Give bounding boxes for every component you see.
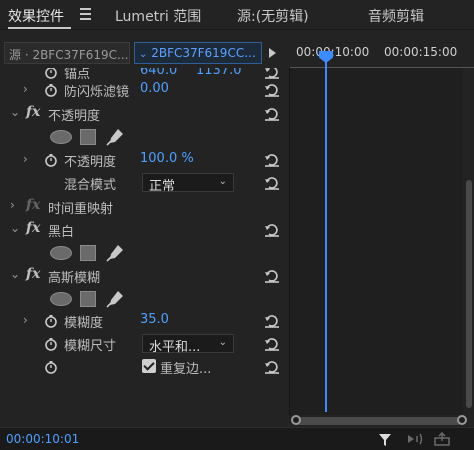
tab-source[interactable]: 源:(无剪辑) xyxy=(237,6,309,26)
property-row-blur-dimensions: 模糊尺寸 水平和... ⌄ xyxy=(0,332,288,355)
blend-mode-dropdown[interactable]: 正常 ⌄ xyxy=(142,173,234,194)
reset-icon[interactable] xyxy=(264,107,280,121)
anchor-y-value[interactable]: 1137.0 xyxy=(196,68,242,78)
play-audio-icon[interactable] xyxy=(406,432,424,446)
chevron-right-icon[interactable]: › xyxy=(23,152,28,166)
chevron-right-icon[interactable]: › xyxy=(10,198,15,212)
repeat-edge-checkbox[interactable] xyxy=(142,359,156,373)
vertical-scrollbar-thumb[interactable] xyxy=(466,180,472,408)
fx-icon[interactable]: fx xyxy=(26,266,40,282)
vertical-scrollbar[interactable] xyxy=(463,68,474,415)
blur-dimensions-dropdown[interactable]: 水平和... ⌄ xyxy=(142,334,234,355)
reset-icon[interactable] xyxy=(264,176,280,190)
rect-mask-icon[interactable] xyxy=(80,129,96,145)
property-row-blurriness: › 模糊度 35.0 xyxy=(0,309,288,332)
sequence-clip-selector[interactable]: ⌄ 2BFC37F619CC... xyxy=(134,42,262,64)
fx-icon[interactable]: fx xyxy=(26,220,40,236)
mask-tools-black-white xyxy=(0,241,288,265)
effects-property-list: 锚点 640.0 1137.0 › 防闪烁滤镜 0.00 ⌄ fx 不透明度 ›… xyxy=(0,68,288,415)
stopwatch-icon[interactable] xyxy=(44,314,58,328)
chevron-down-icon: ⌄ xyxy=(218,337,227,348)
current-timecode[interactable]: 00:00:10:01 xyxy=(6,432,79,446)
tab-lumetri-scopes[interactable]: Lumetri 范围 xyxy=(115,6,201,26)
effect-name: 黑白 xyxy=(48,225,75,240)
chevron-down-icon[interactable]: ⌄ xyxy=(10,221,20,235)
effect-group-gaussian-blur[interactable]: ⌄ fx 高斯模糊 xyxy=(0,264,288,287)
ellipse-mask-icon[interactable] xyxy=(50,292,72,306)
blurriness-value[interactable]: 35.0 xyxy=(140,312,169,327)
property-row-blend-mode: 混合模式 正常 ⌄ xyxy=(0,171,288,194)
property-label: 重复边... xyxy=(160,362,212,377)
effect-name: 不透明度 xyxy=(48,109,101,124)
reset-icon[interactable] xyxy=(264,360,280,374)
ellipse-mask-icon[interactable] xyxy=(50,130,72,144)
property-row-opacity: › 不透明度 100.0 % xyxy=(0,148,288,171)
filter-icon[interactable] xyxy=(378,433,392,447)
effect-controls-header: 源 · 2BFC37F619C... ⌄ 2BFC37F619CC... 00:… xyxy=(0,38,474,68)
tab-audio-clip-mixer[interactable]: 音频剪辑 xyxy=(368,6,424,26)
property-label: 模糊度 xyxy=(64,316,104,331)
zoom-handle-left[interactable] xyxy=(291,415,301,425)
effect-group-time-remap[interactable]: › fx 时间重映射 xyxy=(0,195,288,218)
timeline-time-end: 00:00:15:00 xyxy=(384,45,458,59)
chevron-right-icon[interactable]: › xyxy=(23,313,28,327)
playhead-line[interactable] xyxy=(325,55,327,412)
property-label: 混合模式 xyxy=(64,178,117,193)
anchor-x-value[interactable]: 640.0 xyxy=(140,68,177,78)
panel-tab-bar: 效果控件 Lumetri 范围 源:(无剪辑) 音频剪辑 xyxy=(0,0,474,30)
reset-icon[interactable] xyxy=(264,314,280,328)
export-icon[interactable] xyxy=(434,432,450,446)
hamburger-icon[interactable] xyxy=(80,8,91,20)
property-label: 模糊尺寸 xyxy=(64,339,117,354)
play-triangle-icon[interactable] xyxy=(269,48,276,58)
chevron-right-icon[interactable]: › xyxy=(23,82,28,96)
tab-effect-controls[interactable]: 效果控件 xyxy=(8,6,64,26)
property-label: 不透明度 xyxy=(64,155,117,170)
stopwatch-icon[interactable] xyxy=(44,337,58,351)
effect-timeline-area[interactable] xyxy=(289,68,463,415)
chevron-down-icon[interactable]: ⌄ xyxy=(10,105,20,119)
pen-mask-icon[interactable] xyxy=(106,128,124,146)
effect-name: 高斯模糊 xyxy=(48,271,101,286)
blend-mode-value: 正常 xyxy=(149,179,176,194)
chevron-down-icon[interactable]: ⌄ xyxy=(10,267,20,281)
flicker-value[interactable]: 0.00 xyxy=(140,81,169,96)
pen-mask-icon[interactable] xyxy=(106,244,124,262)
status-bar: 00:00:10:01 xyxy=(0,427,474,450)
stopwatch-icon[interactable] xyxy=(44,153,58,167)
pen-mask-icon[interactable] xyxy=(106,290,124,308)
stopwatch-icon[interactable] xyxy=(44,360,58,374)
effect-group-opacity[interactable]: ⌄ fx 不透明度 xyxy=(0,102,288,125)
horizontal-zoom-scrollbar[interactable] xyxy=(289,415,474,427)
fx-icon[interactable]: fx xyxy=(26,104,40,120)
opacity-value[interactable]: 100.0 % xyxy=(140,151,194,166)
reset-icon[interactable] xyxy=(264,83,280,97)
chevron-down-icon: ⌄ xyxy=(218,176,227,187)
blur-dimensions-value: 水平和... xyxy=(149,340,201,355)
reset-icon[interactable] xyxy=(264,223,280,237)
rect-mask-icon[interactable] xyxy=(80,291,96,307)
ellipse-mask-icon[interactable] xyxy=(50,246,72,260)
reset-icon[interactable] xyxy=(264,337,280,351)
active-tab-indicator xyxy=(8,27,71,29)
zoom-handle-right[interactable] xyxy=(457,415,467,425)
mask-tools-opacity xyxy=(0,125,288,149)
property-row-repeat-edge: 重复边... xyxy=(0,355,288,378)
sequence-clip-label: 2BFC37F619CC... xyxy=(151,46,256,60)
stopwatch-icon[interactable] xyxy=(44,83,58,97)
chevron-down-icon: ⌄ xyxy=(139,49,148,60)
effect-name: 时间重映射 xyxy=(48,202,114,217)
effect-group-black-white[interactable]: ⌄ fx 黑白 xyxy=(0,218,288,241)
property-row-flicker: › 防闪烁滤镜 0.00 xyxy=(0,78,288,101)
fx-icon: fx xyxy=(26,197,41,213)
mask-tools-gaussian-blur xyxy=(0,287,288,311)
horizontal-scrollbar-track[interactable] xyxy=(295,417,461,425)
reset-icon[interactable] xyxy=(264,153,280,167)
reset-icon[interactable] xyxy=(264,269,280,283)
rect-mask-icon[interactable] xyxy=(80,245,96,261)
property-label: 防闪烁滤镜 xyxy=(64,85,130,100)
source-clip-selector[interactable]: 源 · 2BFC37F619C... xyxy=(4,42,130,64)
